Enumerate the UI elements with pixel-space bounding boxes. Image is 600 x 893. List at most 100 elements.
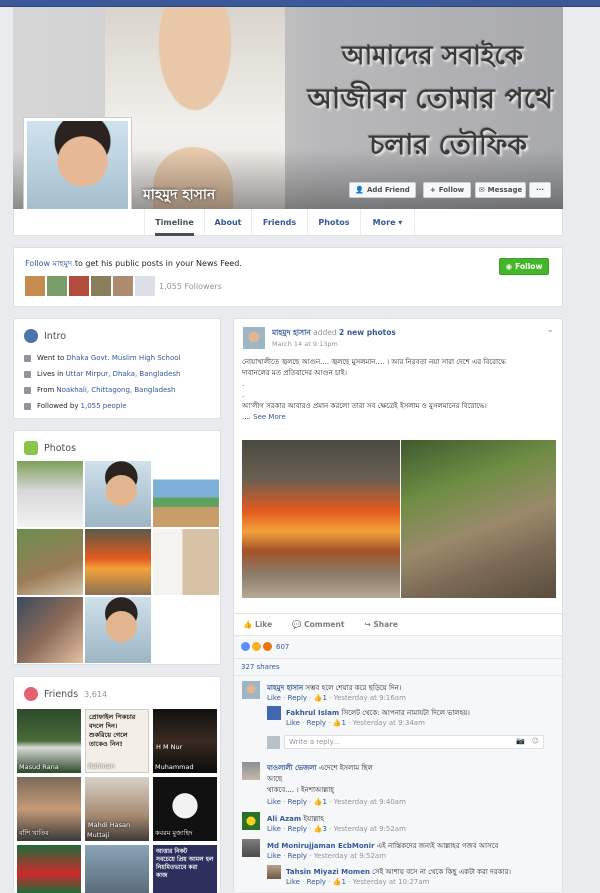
comment-time[interactable]: Yesterday at 9:52am (334, 825, 406, 833)
rss-icon (24, 402, 31, 410)
post-photos-link[interactable]: 2 new photos (339, 328, 396, 337)
follow-cover-button[interactable]: + Follow (423, 182, 471, 198)
comment-author[interactable]: Md Monirujjaman EcbMonir (267, 842, 375, 850)
share-action[interactable]: ↪ Share (364, 620, 398, 629)
friend-tile[interactable] (17, 845, 81, 893)
like-reaction-icon (241, 642, 250, 651)
comment-like-link[interactable]: Like (286, 878, 300, 886)
tab-about[interactable]: About (204, 209, 251, 235)
follower-avatar[interactable] (91, 276, 111, 296)
profile-name[interactable]: মাহমুদ হাসান (143, 183, 215, 207)
comment-time[interactable]: Yesterday at 9:52am (314, 852, 386, 860)
rss-icon: ◉ (505, 262, 513, 271)
friends-title[interactable]: Friends (44, 689, 78, 700)
comment-body: Md Monirujjaman EcbMonir এই নাস্তিকদের জ… (267, 840, 498, 852)
follower-avatar[interactable] (113, 276, 133, 296)
like-action[interactable]: 👍 Like (243, 620, 272, 629)
reactions-row[interactable]: 607 (241, 642, 289, 651)
commenter-avatar[interactable] (242, 812, 260, 830)
friend-tile[interactable]: বাঁশি খাতিব (17, 777, 81, 841)
comment-author[interactable]: Ali Azam (267, 815, 301, 823)
more-options-button[interactable]: ··· (529, 182, 551, 198)
comment-author[interactable]: মাহমুদ হাসান (267, 684, 303, 692)
see-more-link[interactable]: See More (253, 413, 286, 421)
photo-thumb[interactable] (85, 529, 151, 595)
commenter-avatar[interactable] (242, 681, 260, 699)
comment-time[interactable]: Yesterday at 9:16am (334, 694, 406, 702)
commenter-avatar[interactable] (242, 839, 260, 857)
commenter-avatar[interactable] (242, 762, 260, 780)
comment-reply-link[interactable]: Reply (288, 825, 307, 833)
shares-count[interactable]: 327 shares (241, 663, 280, 671)
comment-reply-link[interactable]: Reply (288, 798, 307, 806)
photo-thumb[interactable] (85, 461, 151, 527)
commenter-avatar[interactable] (267, 865, 281, 879)
friend-tile[interactable]: কবরম মুজাহিদ (153, 777, 217, 841)
follower-avatar[interactable] (47, 276, 67, 296)
photo-thumb[interactable] (17, 461, 83, 527)
followers-link[interactable]: 1,055 people (81, 402, 127, 410)
comment-like-link[interactable]: Like (267, 798, 281, 806)
comment-reply-link[interactable]: Reply (307, 719, 326, 727)
message-button[interactable]: ✉ Message (475, 182, 526, 198)
photo-thumb[interactable] (17, 529, 83, 595)
tab-more[interactable]: More ▾ (360, 209, 415, 235)
post-photo-aftermath[interactable] (401, 440, 556, 598)
post-author-link[interactable]: মাহমুদ হাসান (272, 328, 311, 337)
followers-count[interactable]: 1,055 Followers (159, 282, 222, 291)
comment-reply-link[interactable]: Reply (288, 852, 307, 860)
add-friend-button[interactable]: 👤 Add Friend (349, 182, 416, 198)
comment-like-count[interactable]: 1 (322, 798, 326, 806)
comment-like-link[interactable]: Like (267, 825, 281, 833)
post-author-avatar[interactable] (243, 327, 265, 349)
comment-reply-link[interactable]: Reply (307, 878, 326, 886)
comment-time[interactable]: Yesterday at 10:27am (353, 878, 430, 886)
comment-author[interactable]: Tahsin Miyazi Momen (286, 868, 370, 876)
camera-icon[interactable]: 📷 (516, 737, 525, 745)
follow-name-link[interactable]: মাহমুদ (53, 259, 73, 268)
friend-tile[interactable]: আত্তার নিকট সবচেয়ে প্রিয় আমল হল নিয়মি… (153, 845, 217, 893)
follower-avatar[interactable] (25, 276, 45, 296)
follower-avatar[interactable] (69, 276, 89, 296)
comment-reply-link[interactable]: Reply (288, 694, 307, 702)
comment-like-link[interactable]: Like (267, 852, 281, 860)
chevron-down-icon[interactable]: ⌄ (546, 325, 554, 335)
friend-tile[interactable]: Masud Rana (17, 709, 81, 773)
comment-like-link[interactable]: Like (267, 694, 281, 702)
commenter-avatar[interactable] (267, 706, 281, 720)
post-date[interactable]: March 14 at 9:13pm (272, 340, 338, 348)
friend-tile[interactable] (85, 845, 149, 893)
comment-action[interactable]: 💬 Comment (292, 620, 344, 629)
friend-tile[interactable]: Mahdi Hasan Muttaji (85, 777, 149, 841)
follower-avatar[interactable] (135, 276, 155, 296)
follow-link[interactable]: Follow (25, 259, 50, 268)
comment-like-count[interactable]: 3 (322, 825, 326, 833)
comment-like-link[interactable]: Like (286, 719, 300, 727)
tab-friends[interactable]: Friends (251, 209, 307, 235)
friend-caption: আত্তার নিকট সবচেয়ে প্রিয় আমল হল নিয়মি… (156, 848, 214, 879)
follow-button[interactable]: ◉ Follow (499, 258, 549, 275)
friend-tile[interactable]: H M Nur Muhammad (153, 709, 217, 773)
comment-like-count[interactable]: 1 (341, 719, 345, 727)
comment-like-count[interactable]: 1 (341, 878, 345, 886)
city-link[interactable]: Uttar Mirpur, Dhaka, Bangladesh (66, 370, 181, 378)
comment-author[interactable]: বাওলালী ভেজলা (267, 764, 317, 772)
hometown-link[interactable]: Noakhali, Chittagong, Bangladesh (56, 386, 175, 394)
reactions-count[interactable]: 607 (276, 643, 289, 651)
comment-author[interactable]: Fakhrul Islam (286, 709, 339, 717)
emoji-icon[interactable]: ☺ (532, 737, 539, 745)
photo-thumb[interactable] (153, 529, 219, 595)
tab-timeline[interactable]: Timeline (144, 209, 204, 236)
comment-meta: Like · Reply · Yesterday at 9:52am (267, 852, 387, 860)
post-photo-fire[interactable] (242, 440, 400, 598)
comment-time[interactable]: Yesterday at 9:40am (334, 798, 406, 806)
tab-photos[interactable]: Photos (307, 209, 360, 235)
friend-tile[interactable]: প্রোফাইল পিকচার বদলে দিন। শুকরিয়ে গেলে … (85, 709, 149, 773)
reply-input[interactable]: Write a reply... 📷 ☺ (284, 735, 544, 749)
photo-thumb[interactable] (153, 461, 219, 527)
school-link[interactable]: Dhaka Govt. Muslim High School (66, 354, 180, 362)
photo-thumb[interactable] (17, 597, 83, 663)
comment-time[interactable]: Yesterday at 9:34am (353, 719, 425, 727)
comment-like-count[interactable]: 1 (322, 694, 326, 702)
photo-thumb[interactable] (85, 597, 151, 663)
